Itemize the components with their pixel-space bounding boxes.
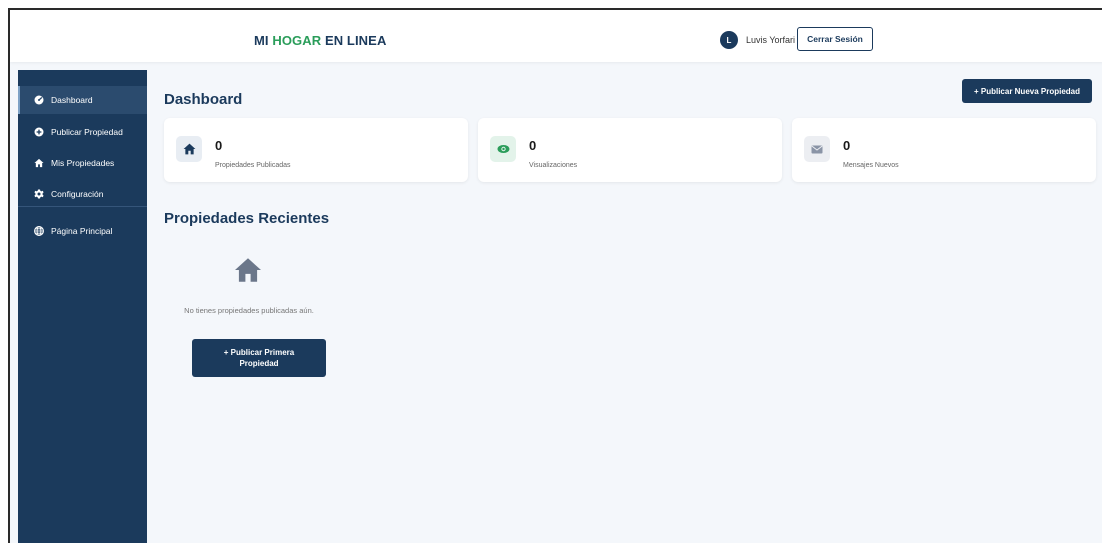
sidebar-item-publicar-propiedad[interactable]: Publicar Propiedad bbox=[18, 118, 147, 146]
gear-icon bbox=[34, 189, 44, 199]
app-window: MI HOGAR EN LINEA L Luvis Yorfari Cerrar… bbox=[8, 8, 1102, 543]
stat-label: Visualizaciones bbox=[529, 162, 578, 169]
publish-new-property-button[interactable]: + Publicar Nueva Propiedad bbox=[962, 79, 1092, 103]
stat-card-visualizaciones: 0 Visualizaciones bbox=[478, 118, 782, 182]
globe-icon bbox=[34, 226, 44, 236]
top-bar: MI HOGAR EN LINEA L Luvis Yorfari Cerrar… bbox=[10, 10, 1102, 62]
sidebar-item-label: Dashboard bbox=[51, 95, 93, 105]
home-icon bbox=[34, 158, 44, 168]
stat-value: 0 bbox=[529, 138, 537, 153]
sidebar-item-label: Mis Propiedades bbox=[51, 158, 115, 168]
sidebar-item-label: Publicar Propiedad bbox=[51, 127, 123, 137]
stat-value: 0 bbox=[843, 138, 851, 153]
avatar: L bbox=[720, 31, 738, 49]
sidebar-item-label: Página Principal bbox=[51, 226, 113, 236]
sidebar-item-pagina-principal[interactable]: Página Principal bbox=[18, 217, 147, 245]
sidebar-item-mis-propiedades[interactable]: Mis Propiedades bbox=[18, 149, 147, 177]
sidebar-item-configuracion[interactable]: Configuración bbox=[18, 180, 147, 208]
stat-card-propiedades: 0 Propiedades Publicadas bbox=[164, 118, 468, 182]
sidebar-item-dashboard[interactable]: Dashboard bbox=[18, 86, 147, 114]
user-info: L Luvis Yorfari bbox=[720, 31, 795, 49]
dashboard-icon bbox=[34, 95, 44, 105]
eye-icon bbox=[490, 136, 516, 162]
main-content: Dashboard + Publicar Nueva Propiedad 0 P… bbox=[147, 62, 1102, 543]
envelope-icon bbox=[804, 136, 830, 162]
stat-value: 0 bbox=[215, 138, 223, 153]
stat-card-mensajes: 0 Mensajes Nuevos bbox=[792, 118, 1096, 182]
username: Luvis Yorfari bbox=[746, 35, 796, 45]
brand-text: MI bbox=[254, 33, 273, 48]
brand-accent-text: HOGAR bbox=[272, 33, 322, 48]
brand-logo[interactable]: MI HOGAR EN LINEA bbox=[254, 33, 386, 48]
stat-label: Propiedades Publicadas bbox=[215, 162, 291, 169]
brand-text-end: EN LINEA bbox=[321, 33, 387, 48]
house-placeholder-icon bbox=[233, 257, 263, 283]
publish-first-property-button[interactable]: + Publicar Primera Propiedad bbox=[192, 339, 326, 377]
logout-button[interactable]: Cerrar Sesión bbox=[797, 27, 873, 51]
stat-label: Mensajes Nuevos bbox=[843, 162, 899, 169]
empty-state-text: No tienes propiedades publicadas aún. bbox=[184, 306, 314, 315]
sidebar-divider bbox=[18, 206, 147, 207]
page-title: Dashboard bbox=[164, 91, 243, 108]
home-icon bbox=[176, 136, 202, 162]
sidebar: Dashboard Publicar Propiedad Mis Propied… bbox=[18, 70, 147, 543]
recent-properties-title: Propiedades Recientes bbox=[164, 210, 330, 227]
sidebar-item-label: Configuración bbox=[51, 189, 104, 199]
plus-circle-icon bbox=[34, 127, 44, 137]
